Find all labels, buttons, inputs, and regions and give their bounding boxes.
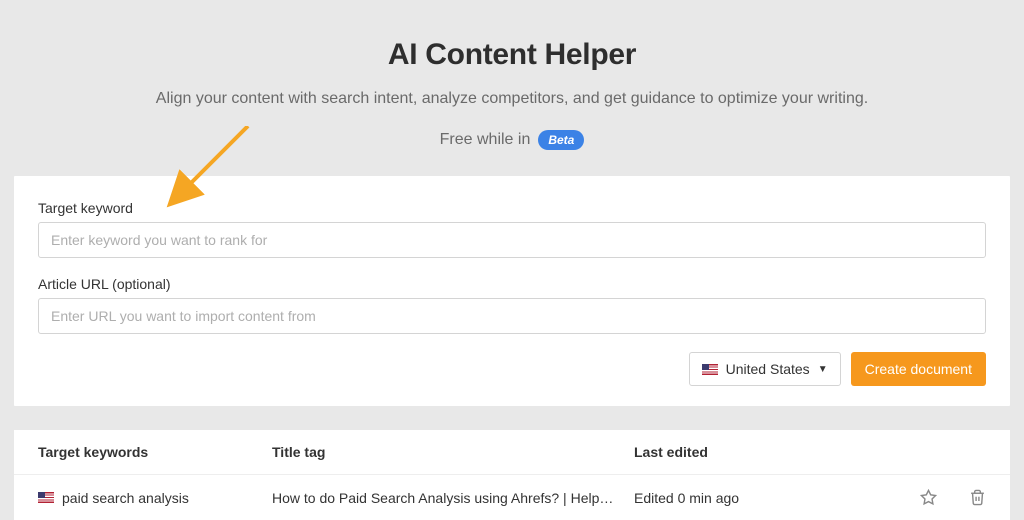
beta-badge: Beta <box>538 130 584 150</box>
keyword-field-group: Target keyword <box>38 200 986 258</box>
page-subtitle: Align your content with search intent, a… <box>20 90 1004 108</box>
us-flag-icon <box>38 492 54 503</box>
cell-edited: Edited 0 min ago <box>634 490 854 506</box>
form-actions-row: United States ▼ Create document <box>38 352 986 386</box>
trash-icon[interactable] <box>969 489 986 506</box>
page-title: AI Content Helper <box>20 38 1004 72</box>
url-field-group: Article URL (optional) <box>38 276 986 334</box>
page-header: AI Content Helper Align your content wit… <box>0 0 1024 176</box>
create-document-button[interactable]: Create document <box>851 352 986 386</box>
star-icon[interactable] <box>920 489 937 506</box>
url-label: Article URL (optional) <box>38 276 986 292</box>
create-document-form: Target keyword Article URL (optional) Un… <box>14 176 1010 406</box>
table-row[interactable]: paid search analysis How to do Paid Sear… <box>14 475 1010 520</box>
cell-title: How to do Paid Search Analysis using Ahr… <box>272 490 634 506</box>
chevron-down-icon: ▼ <box>818 364 828 375</box>
free-prefix-text: Free while in <box>440 131 531 149</box>
keyword-label: Target keyword <box>38 200 986 216</box>
keyword-input[interactable] <box>38 222 986 258</box>
cell-keyword: paid search analysis <box>38 490 272 506</box>
country-select[interactable]: United States ▼ <box>689 352 841 386</box>
keyword-text: paid search analysis <box>62 490 189 506</box>
column-header-keywords: Target keywords <box>38 444 272 460</box>
us-flag-icon <box>702 364 718 375</box>
column-header-title: Title tag <box>272 444 634 460</box>
column-header-edited: Last edited <box>634 444 854 460</box>
url-input[interactable] <box>38 298 986 334</box>
row-actions <box>854 489 986 506</box>
country-label: United States <box>726 361 810 377</box>
free-while-beta-line: Free while in Beta <box>440 130 585 150</box>
table-header-row: Target keywords Title tag Last edited <box>14 430 1010 475</box>
